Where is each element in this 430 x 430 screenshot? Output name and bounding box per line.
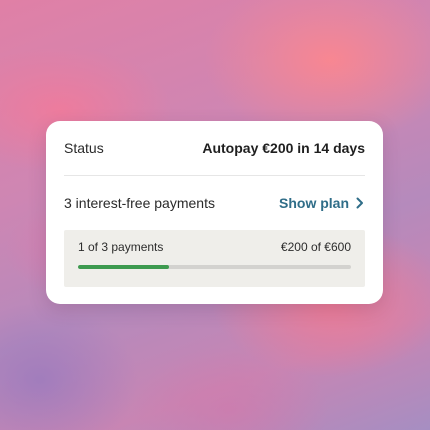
progress-bar-fill	[78, 265, 169, 269]
progress-labels: 1 of 3 payments €200 of €600	[78, 240, 351, 254]
payment-count-text: 1 of 3 payments	[78, 240, 164, 254]
status-label: Status	[64, 140, 104, 156]
show-plan-label: Show plan	[279, 195, 349, 211]
progress-bar-track	[78, 265, 351, 269]
payment-amount-text: €200 of €600	[280, 240, 351, 254]
page-background: { "card": { "status_label": "Status", "s…	[0, 0, 430, 430]
show-plan-button[interactable]: Show plan	[279, 195, 365, 211]
autopay-status-value: Autopay €200 in 14 days	[202, 140, 365, 156]
payment-progress-panel: 1 of 3 payments €200 of €600	[64, 230, 365, 287]
payment-plan-row: 3 interest-free payments Show plan	[64, 176, 365, 230]
payment-plan-label: 3 interest-free payments	[64, 195, 215, 211]
status-row: Status Autopay €200 in 14 days	[64, 121, 365, 175]
chevron-right-icon	[355, 197, 365, 209]
payment-status-card: Status Autopay €200 in 14 days 3 interes…	[46, 121, 383, 304]
